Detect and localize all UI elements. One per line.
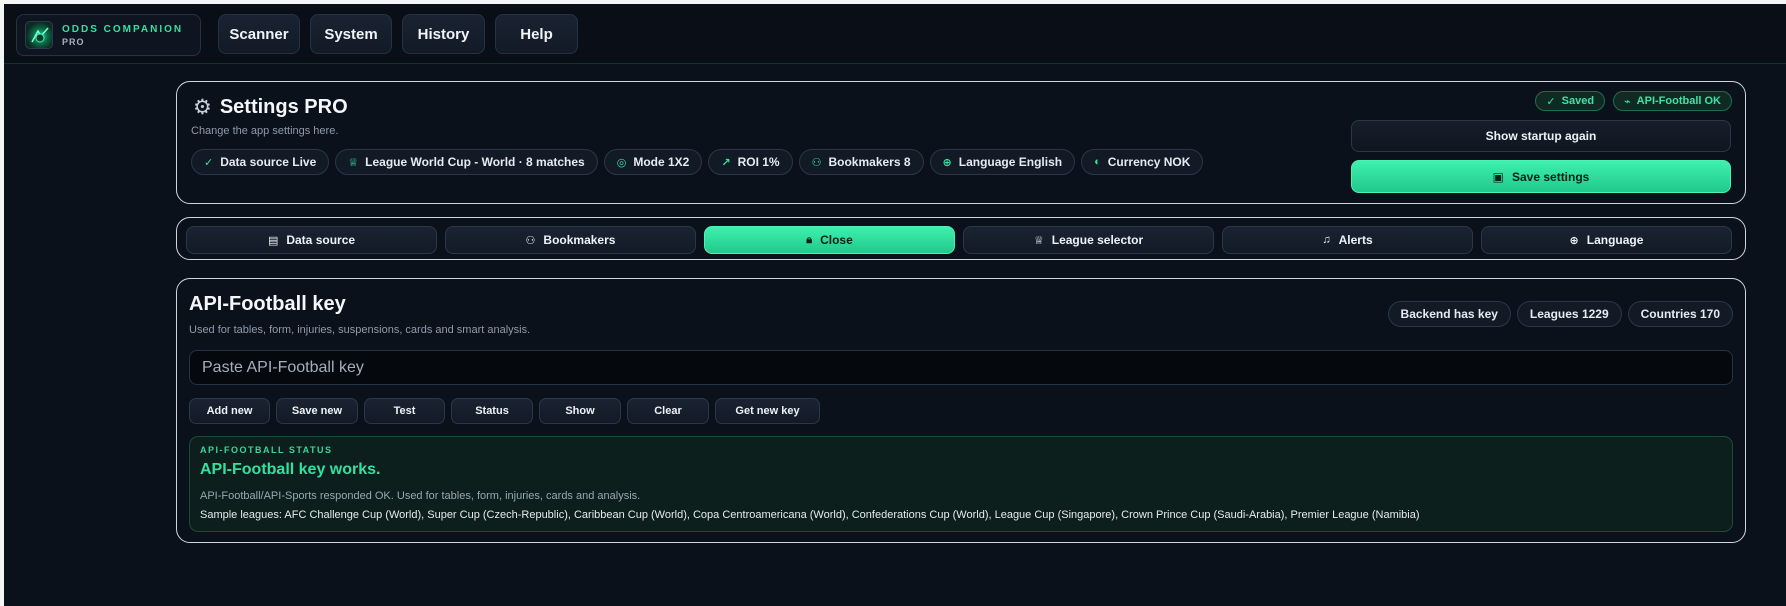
globe-icon: ⊕ xyxy=(942,156,952,169)
status-headline: API-Football key works. xyxy=(200,461,381,478)
brand-sub: PRO xyxy=(62,36,85,47)
api-status-box: API-FOOTBALL STATUS API-Football key wor… xyxy=(189,436,1733,532)
tab-alerts[interactable]: ♫ Alerts xyxy=(1222,226,1473,254)
chip-currency: ◐ Currency NOK xyxy=(1081,149,1204,175)
settings-subtitle: Change the app settings here. xyxy=(191,125,339,137)
chart-icon: ↗ xyxy=(721,156,731,169)
check-icon: ✓ xyxy=(204,156,214,169)
add-new-button[interactable]: Add new xyxy=(189,398,270,424)
chip-mode: ◎ Mode 1X2 xyxy=(603,149,703,175)
saved-badge: ✓ Saved xyxy=(1535,91,1606,111)
api-ok-badge: ⌁ API-Football OK xyxy=(1613,91,1732,111)
tab-bookmakers[interactable]: ⚇ Bookmakers xyxy=(445,226,696,254)
page-title: Settings PRO xyxy=(219,96,348,118)
target-icon: ◎ xyxy=(616,156,627,169)
test-button[interactable]: Test xyxy=(364,398,445,424)
sample-leagues: Sample leagues: AFC Challenge Cup (World… xyxy=(200,509,1420,521)
top-nav: ODDS COMPANION PRO Scanner System Histor… xyxy=(4,4,1786,64)
status-description: API-Football/API-Sports responded OK. Us… xyxy=(200,490,641,502)
users-icon: ⚇ xyxy=(811,156,822,169)
window-left-edge xyxy=(0,0,4,606)
status-label: API-FOOTBALL STATUS xyxy=(200,445,333,455)
database-icon: ▤ xyxy=(267,234,279,247)
bell-icon: ♫ xyxy=(1322,234,1331,246)
api-subtitle: Used for tables, form, injuries, suspens… xyxy=(189,324,531,336)
chip-language: ⊕ Language English xyxy=(929,149,1076,175)
nav-system[interactable]: System xyxy=(310,14,392,54)
leagues-count-badge: Leagues 1229 xyxy=(1516,301,1622,327)
api-football-panel: API-Football key Used for tables, form, … xyxy=(176,278,1746,543)
chip-roi: ↗ ROI 1% xyxy=(708,149,793,175)
tab-language[interactable]: ⊕ Language xyxy=(1481,226,1732,254)
chip-bookmakers: ⚇ Bookmakers 8 xyxy=(798,149,924,175)
pulse-icon: ⌁ xyxy=(1624,95,1631,108)
settings-summary-chips: ✓ Data source Live ♕ League World Cup - Wo… xyxy=(191,149,1204,175)
save-new-button[interactable]: Save new xyxy=(276,398,358,424)
users-icon: ⚇ xyxy=(525,234,536,247)
backend-key-badge: Backend has key xyxy=(1387,301,1511,327)
api-key-input[interactable] xyxy=(189,350,1733,385)
show-button[interactable]: Show xyxy=(539,398,621,424)
tab-close[interactable]: 🔒︎ Close xyxy=(704,226,955,254)
nav-scanner[interactable]: Scanner xyxy=(218,14,300,54)
chip-data-source: ✓ Data source Live xyxy=(191,149,330,175)
api-title: API-Football key xyxy=(189,293,346,315)
save-icon: ▣ xyxy=(1492,169,1504,184)
chip-league: ♕ League World Cup - World · 8 matches xyxy=(335,149,598,175)
status-button[interactable]: Status xyxy=(451,398,533,424)
check-icon: ✓ xyxy=(1546,95,1556,108)
trophy-icon: ♕ xyxy=(1033,234,1044,247)
brand-name: ODDS COMPANION xyxy=(62,23,184,35)
countries-count-badge: Countries 170 xyxy=(1627,301,1733,327)
brand-logo-icon xyxy=(25,21,53,49)
tabs-panel: ▤ Data source ⚇ Bookmakers 🔒︎ Close ♕ League… xyxy=(176,217,1746,260)
tab-data-source[interactable]: ▤ Data source xyxy=(186,226,437,254)
lock-icon: 🔒︎ xyxy=(806,233,813,246)
brand[interactable]: ODDS COMPANION PRO xyxy=(16,14,201,56)
coin-icon: ◐ xyxy=(1094,156,1101,168)
show-startup-button[interactable]: Show startup again xyxy=(1351,120,1731,152)
trophy-icon: ♕ xyxy=(348,156,359,169)
settings-panel: ⚙ Settings PRO Change the app settings h… xyxy=(176,81,1746,204)
nav-history[interactable]: History xyxy=(402,14,485,54)
gear-icon: ⚙ xyxy=(193,96,212,119)
clear-button[interactable]: Clear xyxy=(627,398,709,424)
save-settings-button[interactable]: ▣ Save settings xyxy=(1351,160,1731,193)
nav-help[interactable]: Help xyxy=(495,14,578,54)
tab-league-selector[interactable]: ♕ League selector xyxy=(963,226,1214,254)
globe-icon: ⊕ xyxy=(1569,234,1579,247)
get-new-key-button[interactable]: Get new key xyxy=(715,398,820,424)
